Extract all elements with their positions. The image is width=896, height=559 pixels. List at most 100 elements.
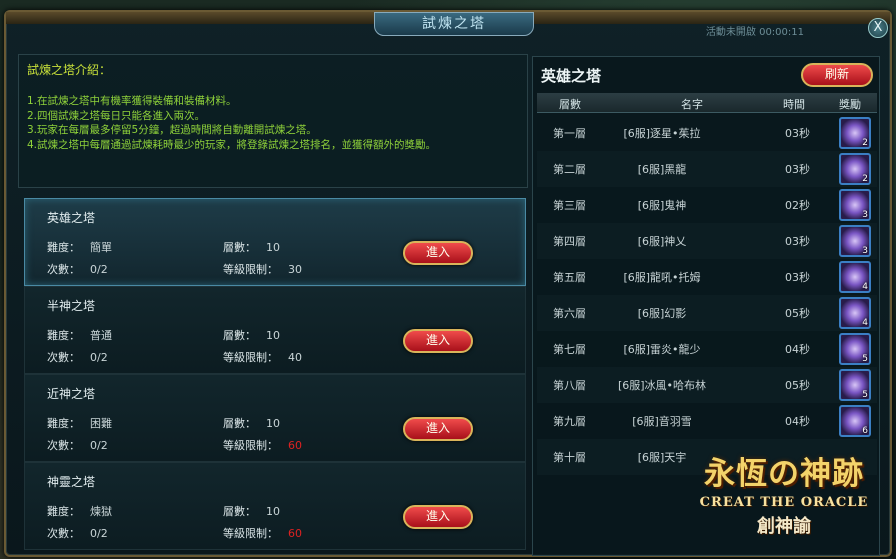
floors-label: 層數： <box>223 417 256 430</box>
ranking-row: 第四層 [6服]神乂 03秒 3 <box>537 223 877 259</box>
level-limit-row: 等級限制： 60 <box>223 525 302 541</box>
tower-card-hero[interactable]: 英雄之塔 難度： 簡單 次數： 0/2 層數： 10 等級限制： 30 進入 <box>24 198 526 286</box>
reward-gem-icon[interactable]: 2 <box>839 117 871 149</box>
floors-label: 層數： <box>223 505 256 518</box>
ranking-row: 第三層 [6服]鬼神 02秒 3 <box>537 187 877 223</box>
intro-line: 3.玩家在每層最多停留5分鐘，超過時間將自動離開試煉之塔。 <box>27 124 317 136</box>
enter-button[interactable]: 進入 <box>403 241 473 265</box>
floors-value: 10 <box>266 505 280 518</box>
intro-panel: 試煉之塔介紹： 1.在試煉之塔中有機率獲得裝備和裝備材料。 2.四個試煉之塔每日… <box>18 54 528 188</box>
reward-gem-icon[interactable]: 4 <box>839 297 871 329</box>
row-player-name: [6服]冰風•哈布林 <box>617 379 707 392</box>
tower-name: 半神之塔 <box>47 299 96 313</box>
reward-gem-icon[interactable]: 5 <box>839 333 871 365</box>
level-limit-row: 等級限制： 40 <box>223 349 302 365</box>
tower-name: 英雄之塔 <box>47 211 96 225</box>
reward-gem-icon[interactable]: 2 <box>839 153 871 185</box>
row-player-name: [6服]幻影 <box>637 307 687 320</box>
row-player-name: [6服]音羽雪 <box>632 415 692 428</box>
reward-count: 2 <box>862 138 868 148</box>
refresh-button[interactable]: 刷新 <box>801 63 873 87</box>
enter-button[interactable]: 進入 <box>403 329 473 353</box>
event-status-text: 活動未開啟 00:00:11 <box>705 27 804 38</box>
count-row: 次數： 0/2 <box>47 525 108 541</box>
count-label: 次數： <box>47 439 80 452</box>
count-value: 0/2 <box>90 439 108 452</box>
difficulty-row: 難度： 困難 <box>47 415 112 431</box>
tower-list: 英雄之塔 難度： 簡單 次數： 0/2 層數： 10 等級限制： 30 進入 半神之塔 … <box>24 198 526 550</box>
reward-count: 4 <box>862 282 868 292</box>
count-label: 次數： <box>47 527 80 540</box>
ranking-header: 層數 名字 時間 獎勵 <box>537 93 877 113</box>
count-row: 次數： 0/2 <box>47 437 108 453</box>
row-player-name: [6服]神乂 <box>637 235 687 248</box>
level-limit-label: 等級限制： <box>223 527 278 540</box>
floors-row: 層數： 10 <box>223 503 280 519</box>
count-value: 0/2 <box>90 527 108 540</box>
floors-label: 層數： <box>223 241 256 254</box>
difficulty-row: 難度： 普通 <box>47 327 112 343</box>
enter-button[interactable]: 進入 <box>403 417 473 441</box>
difficulty-value: 普通 <box>90 329 112 342</box>
close-button[interactable]: X <box>868 18 888 38</box>
intro-line: 1.在試煉之塔中有機率獲得裝備和裝備材料。 <box>27 95 237 107</box>
tower-name: 神靈之塔 <box>47 475 96 489</box>
ranking-row: 第六層 [6服]幻影 05秒 4 <box>537 295 877 331</box>
intro-line: 4.試煉之塔中每層通過試煉耗時最少的玩家，將登錄試煉之塔排名，並獲得額外的獎勵。 <box>27 138 437 151</box>
reward-gem-icon[interactable]: 3 <box>839 189 871 221</box>
row-time: 03秒 <box>785 163 810 176</box>
row-time: 03秒 <box>785 271 810 284</box>
floors-label: 層數： <box>223 329 256 342</box>
level-limit-value: 40 <box>288 351 302 364</box>
tower-card-neargod[interactable]: 近神之塔 難度： 困難 次數： 0/2 層數： 10 等級限制： 60 進入 <box>24 374 526 462</box>
row-time: 05秒 <box>785 307 810 320</box>
logo-english-text: CREAT THE ORACLE <box>699 495 869 510</box>
tower-card-demigod[interactable]: 半神之塔 難度： 普通 次數： 0/2 層數： 10 等級限制： 40 進入 <box>24 286 526 374</box>
row-time: 05秒 <box>785 379 810 392</box>
row-time: 02秒 <box>785 199 810 212</box>
row-player-name: [6服]黑龍 <box>637 163 687 176</box>
row-time: 03秒 <box>785 127 810 140</box>
ranking-row: 第一層 [6服]逐星•茱拉 03秒 2 <box>537 115 877 151</box>
count-value: 0/2 <box>90 351 108 364</box>
ranking-row: 第五層 [6服]龍吼•托姆 03秒 4 <box>537 259 877 295</box>
floors-value: 10 <box>266 417 280 430</box>
header-reward: 獎勵 <box>839 98 861 111</box>
level-limit-label: 等級限制： <box>223 263 278 276</box>
tower-card-divine[interactable]: 神靈之塔 難度： 煉獄 次數： 0/2 層數： 10 等級限制： 60 進入 <box>24 462 526 550</box>
reward-gem-icon[interactable]: 6 <box>839 405 871 437</box>
reward-count: 5 <box>862 354 868 364</box>
difficulty-value: 簡單 <box>90 241 112 254</box>
reward-gem-icon[interactable]: 4 <box>839 261 871 293</box>
count-row: 次數： 0/2 <box>47 261 108 277</box>
tower-name: 近神之塔 <box>47 387 96 401</box>
floors-value: 10 <box>266 329 280 342</box>
header-floor: 層數 <box>559 98 581 111</box>
floors-row: 層數： 10 <box>223 239 280 255</box>
difficulty-value: 困難 <box>90 417 112 430</box>
reward-gem-icon[interactable]: 5 <box>839 369 871 401</box>
ranking-row: 第八層 [6服]冰風•哈布林 05秒 5 <box>537 367 877 403</box>
level-limit-label: 等級限制： <box>223 439 278 452</box>
ranking-row: 第九層 [6服]音羽雪 04秒 6 <box>537 403 877 439</box>
ranking-title: 英雄之塔 <box>541 67 602 85</box>
enter-button[interactable]: 進入 <box>403 505 473 529</box>
reward-count: 4 <box>862 318 868 328</box>
logo-main-text: 永恆の神跡 <box>704 456 864 492</box>
count-label: 次數： <box>47 351 80 364</box>
level-limit-value: 60 <box>288 439 302 452</box>
header-time: 時間 <box>783 98 805 111</box>
row-player-name: [6服]龍吼•托姆 <box>623 271 701 284</box>
level-limit-row: 等級限制： 30 <box>223 261 302 277</box>
level-limit-value: 60 <box>288 527 302 540</box>
level-limit-value: 30 <box>288 263 302 276</box>
header-name: 名字 <box>681 98 703 111</box>
trial-tower-window: 試煉之塔 活動未開啟 00:00:11 X 試煉之塔介紹： 1.在試煉之塔中有機… <box>4 10 892 557</box>
reward-gem-icon[interactable]: 3 <box>839 225 871 257</box>
reward-count: 2 <box>862 174 868 184</box>
close-icon[interactable]: X <box>874 20 883 35</box>
game-logo: 永恆の神跡 CREAT THE ORACLE 創神諭 <box>686 448 882 558</box>
reward-count: 5 <box>862 390 868 400</box>
row-player-name: [6服]鬼神 <box>637 199 687 212</box>
row-time: 04秒 <box>785 343 810 356</box>
